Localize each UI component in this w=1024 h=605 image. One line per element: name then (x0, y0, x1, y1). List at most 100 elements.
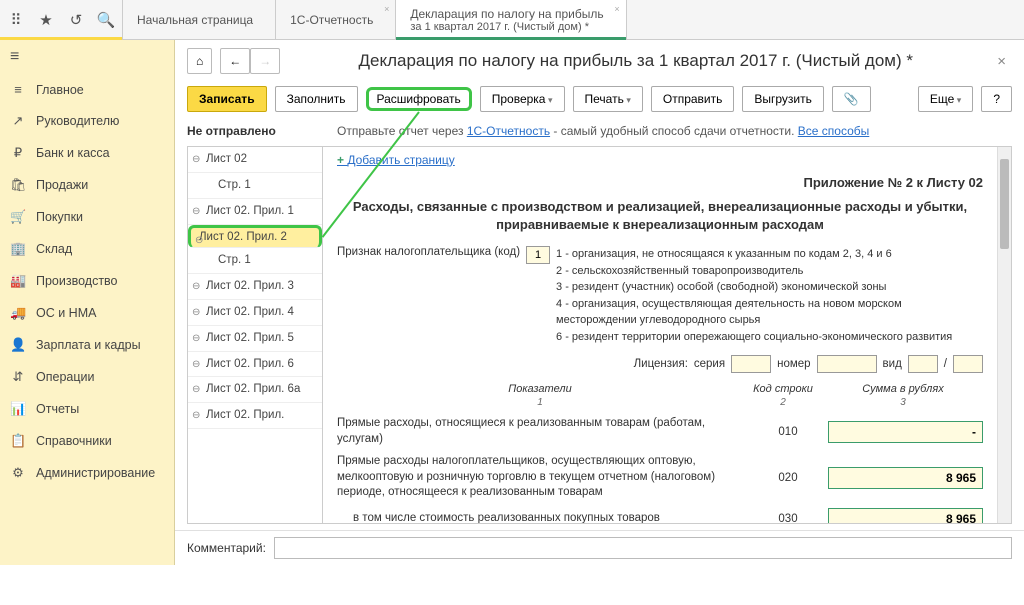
export-button[interactable]: Выгрузить (742, 86, 824, 112)
collapse-icon[interactable]: ⊖ (192, 409, 200, 422)
sidebar-icon: 🏢 (10, 241, 26, 257)
sidebar-item-3[interactable]: 🛍Продажи (0, 169, 174, 201)
sidebar-item-4[interactable]: 🛒Покупки (0, 201, 174, 233)
license-row: Лицензия: серия номер вид / (337, 355, 983, 373)
collapse-icon[interactable]: ⊖ (192, 153, 200, 166)
tree-item-1[interactable]: Стр. 1 (188, 173, 322, 199)
tree-item-7[interactable]: ⊖Лист 02. Прил. 5 (188, 326, 322, 352)
sidebar-icon: ⚙ (10, 465, 26, 481)
forward-button[interactable]: → (250, 48, 280, 74)
section-title: Расходы, связанные с производством и реа… (337, 198, 983, 234)
send-button[interactable]: Отправить (651, 86, 735, 112)
document-title: Декларация по налогу на прибыль за 1 ква… (288, 51, 983, 71)
sidebar-item-0[interactable]: ≡Главное (0, 74, 174, 105)
license-type1-input[interactable] (908, 355, 938, 373)
link-all-methods[interactable]: Все способы (798, 124, 870, 138)
sidebar-icon: 📊 (10, 401, 26, 417)
sidebar-item-9[interactable]: ⇵Операции (0, 361, 174, 393)
vertical-scrollbar[interactable] (997, 147, 1011, 523)
table-subheader: 1 2 3 (337, 397, 983, 408)
data-row-010: Прямые расходы, относящиеся к реализован… (337, 416, 983, 447)
tree-item-9[interactable]: ⊖Лист 02. Прил. 6а (188, 377, 322, 403)
tree-item-10[interactable]: ⊖Лист 02. Прил. (188, 403, 322, 429)
tree-item-4[interactable]: Стр. 1 (188, 248, 322, 274)
doc-body: ⊖Лист 02Стр. 1⊖Лист 02. Прил. 1⊖Лист 02.… (187, 146, 1012, 524)
home-button[interactable]: ⌂ (187, 48, 212, 74)
tab-1[interactable]: 1С-Отчетность× (276, 0, 396, 39)
data-row-030: в том числе стоимость реализованных поку… (337, 508, 983, 523)
info-line: Не отправлено Отправьте отчет через 1С-О… (175, 120, 1024, 146)
collapse-icon[interactable]: ⊖ (192, 306, 200, 319)
toolbar: Записать Заполнить Расшифровать Проверка… (175, 82, 1024, 120)
sidebar-toggle-icon[interactable]: ≡ (0, 40, 174, 74)
collapse-icon[interactable]: ⊖ (192, 332, 200, 345)
doc-header: ⌂ ← → Декларация по налогу на прибыль за… (175, 40, 1024, 82)
tab-close-icon[interactable]: × (384, 4, 389, 14)
fill-button[interactable]: Заполнить (275, 86, 358, 112)
taxpayer-code-input[interactable] (526, 246, 550, 264)
sidebar-item-6[interactable]: 🏭Производство (0, 265, 174, 297)
attach-button[interactable]: 📎 (832, 86, 871, 112)
tree-item-3[interactable]: ⊖Лист 02. Прил. 2 (188, 225, 322, 248)
tree-item-6[interactable]: ⊖Лист 02. Прил. 4 (188, 300, 322, 326)
appendix-number: Приложение № 2 к Листу 02 (337, 175, 983, 190)
sidebar-icon: 📋 (10, 433, 26, 449)
save-button[interactable]: Записать (187, 86, 267, 112)
sidebar-item-10[interactable]: 📊Отчеты (0, 393, 174, 425)
decode-button[interactable]: Расшифровать (366, 87, 472, 111)
star-icon[interactable]: ★ (38, 12, 54, 28)
close-icon[interactable]: × (991, 53, 1012, 70)
collapse-icon[interactable]: ⊖ (192, 358, 200, 371)
help-button[interactable]: ? (981, 86, 1012, 112)
comment-row: Комментарий: (175, 530, 1024, 565)
taxpayer-code-desc: 1 - организация, не относящаяся к указан… (556, 246, 983, 345)
check-button[interactable]: Проверка (480, 86, 565, 112)
value-input-020[interactable] (828, 467, 983, 489)
tab-2[interactable]: Декларация по налогу на прибыльза 1 квар… (396, 0, 626, 39)
tree-item-0[interactable]: ⊖Лист 02 (188, 147, 322, 173)
sidebar-item-8[interactable]: 👤Зарплата и кадры (0, 329, 174, 361)
form-area: Добавить страницу Приложение № 2 к Листу… (323, 147, 997, 523)
tabs: Начальная страница1С-Отчетность×Декларац… (123, 0, 627, 39)
sidebar-icon: ₽ (10, 145, 26, 161)
history-icon[interactable]: ↺ (68, 12, 84, 28)
tab-0[interactable]: Начальная страница (123, 0, 276, 39)
tree-item-8[interactable]: ⊖Лист 02. Прил. 6 (188, 352, 322, 378)
value-input-030[interactable] (828, 508, 983, 523)
license-number-input[interactable] (817, 355, 877, 373)
back-button[interactable]: ← (220, 48, 250, 74)
license-series-input[interactable] (731, 355, 771, 373)
collapse-icon[interactable]: ⊖ (192, 205, 200, 218)
section-tree[interactable]: ⊖Лист 02Стр. 1⊖Лист 02. Прил. 1⊖Лист 02.… (188, 147, 323, 523)
main: ≡ ≡Главное↗Руководителю₽Банк и касса🛍Про… (0, 40, 1024, 565)
collapse-icon[interactable]: ⊖ (192, 280, 200, 293)
tree-item-5[interactable]: ⊖Лист 02. Прил. 3 (188, 274, 322, 300)
print-button[interactable]: Печать (573, 86, 643, 112)
tab-close-icon[interactable]: × (614, 4, 619, 14)
license-type2-input[interactable] (953, 355, 983, 373)
comment-label: Комментарий: (187, 541, 266, 555)
collapse-icon[interactable]: ⊖ (192, 383, 200, 396)
sidebar-icon: 🏭 (10, 273, 26, 289)
value-input-010[interactable] (828, 421, 983, 443)
sidebar-item-11[interactable]: 📋Справочники (0, 425, 174, 457)
sidebar-icon: 🛍 (10, 177, 26, 193)
more-button[interactable]: Еще (918, 86, 973, 112)
content: ⌂ ← → Декларация по налогу на прибыль за… (175, 40, 1024, 565)
sidebar-item-12[interactable]: ⚙Администрирование (0, 457, 174, 489)
sidebar-item-5[interactable]: 🏢Склад (0, 233, 174, 265)
comment-input[interactable] (274, 537, 1012, 559)
top-bar: ⠿ ★ ↺ 🔍 Начальная страница1С-Отчетность×… (0, 0, 1024, 40)
search-icon[interactable]: 🔍 (98, 12, 114, 28)
sidebar-item-1[interactable]: ↗Руководителю (0, 105, 174, 137)
link-1c-reporting[interactable]: 1С-Отчетность (467, 124, 550, 138)
sidebar-icon: ⇵ (10, 369, 26, 385)
top-icon-strip: ⠿ ★ ↺ 🔍 (0, 0, 123, 39)
taxpayer-row: Признак налогоплательщика (код) 1 - орга… (337, 246, 983, 345)
tree-item-2[interactable]: ⊖Лист 02. Прил. 1 (188, 199, 322, 225)
apps-icon[interactable]: ⠿ (8, 12, 24, 28)
sidebar-item-2[interactable]: ₽Банк и касса (0, 137, 174, 169)
sidebar-item-7[interactable]: 🚚ОС и НМА (0, 297, 174, 329)
collapse-icon[interactable]: ⊖ (195, 234, 203, 247)
add-page-link[interactable]: Добавить страницу (337, 153, 455, 167)
